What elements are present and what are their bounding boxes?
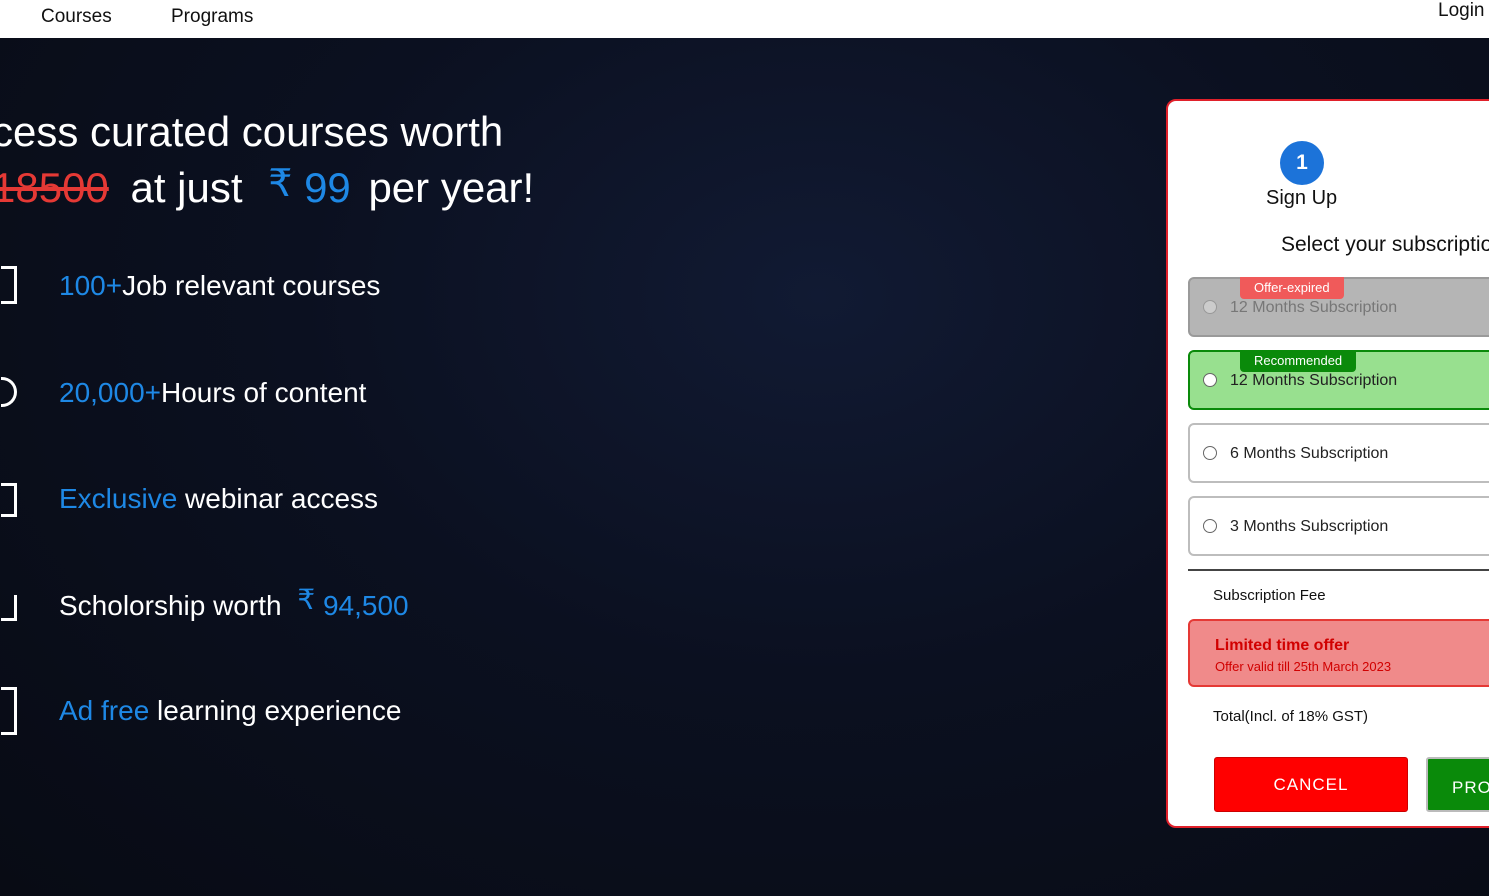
offer-title: Limited time offer <box>1215 637 1350 654</box>
option-label: 3 Months Subscription <box>1230 518 1389 535</box>
option-label: 12 Months Subscription <box>1230 372 1398 389</box>
graduation-cap-icon <box>1 595 17 621</box>
subscription-option-12m-expired[interactable]: Offer-expired 12 Months Subscription <box>1188 277 1489 337</box>
rupee-symbol: ₹ <box>268 163 293 205</box>
total-label: Total(Incl. of 18% GST) <box>1213 708 1369 725</box>
subscription-option-6m[interactable]: 6 Months Subscription <box>1188 423 1489 483</box>
ad-free-icon <box>1 687 17 735</box>
webinar-icon <box>1 483 17 517</box>
feature-hours: 20,000+Hours of content <box>1 377 367 409</box>
offer-expired-badge: Offer-expired <box>1240 277 1344 299</box>
radio-button[interactable] <box>1203 300 1217 314</box>
select-subscription-title: Select your subscriptio <box>1281 233 1489 256</box>
subscription-fee-label: Subscription Fee <box>1213 587 1326 604</box>
feature-text: Job relevant courses <box>122 270 381 301</box>
feature-ad-free: Ad free learning experience <box>1 687 402 735</box>
per-year-text: per year! <box>368 164 535 211</box>
at-just-text: at just <box>130 164 243 211</box>
feature-text: Hours of content <box>161 377 367 408</box>
divider <box>1188 569 1489 571</box>
rupee-symbol: ₹ <box>297 584 316 615</box>
feature-text: webinar access <box>177 483 379 514</box>
feature-highlight: 94,500 <box>322 590 409 621</box>
cancel-button[interactable]: CANCEL <box>1214 757 1408 812</box>
subscription-option-3m[interactable]: 3 Months Subscription <box>1188 496 1489 556</box>
option-label: 12 Months Subscription <box>1230 299 1398 316</box>
feature-highlight: Ad free <box>59 695 150 726</box>
subscription-option-12m-recommended[interactable]: Recommended 12 Months Subscription <box>1188 350 1489 410</box>
radio-button[interactable] <box>1203 446 1217 460</box>
feature-webinar: Exclusive webinar access <box>1 483 379 517</box>
feature-highlight: 100+ <box>59 270 123 301</box>
feature-text: Scholorship worth <box>59 590 282 621</box>
proceed-button[interactable]: PROC <box>1426 757 1489 812</box>
feature-scholarship: Scholorship worth ₹ 94,500 <box>1 584 409 622</box>
radio-button[interactable] <box>1203 519 1217 533</box>
headline-line-1: cess curated courses worth <box>0 108 504 155</box>
new-price: 99 <box>304 164 351 211</box>
courses-icon <box>1 266 17 304</box>
step-number-badge: 1 <box>1280 141 1324 185</box>
login-link[interactable]: Login <box>1438 0 1485 22</box>
recommended-badge: Recommended <box>1240 350 1357 372</box>
radio-button[interactable] <box>1203 373 1217 387</box>
feature-text: learning experience <box>149 695 402 726</box>
subscription-modal: 1 Sign Up Select your subscriptio Offer-… <box>1166 99 1489 828</box>
feature-highlight: Exclusive <box>59 483 178 514</box>
nav-courses-link[interactable]: Courses <box>41 6 112 28</box>
headline-line-2: 18500 at just ₹ 99 per year! <box>0 160 534 218</box>
nav-programs-link[interactable]: Programs <box>171 6 253 28</box>
limited-offer-box: Limited time offer Offer valid till 25th… <box>1188 619 1489 687</box>
step-label: Sign Up <box>1266 187 1338 209</box>
hero-headline: cess curated courses worth 18500 at just… <box>0 104 534 218</box>
feature-highlight: 20,000+ <box>59 377 161 408</box>
offer-validity: Offer valid till 25th March 2023 <box>1215 659 1392 674</box>
feature-courses: 100+Job relevant courses <box>1 266 381 304</box>
top-nav-bar: Courses Programs Login <box>0 0 1489 38</box>
option-label: 6 Months Subscription <box>1230 445 1389 462</box>
old-price: 18500 <box>0 164 109 211</box>
